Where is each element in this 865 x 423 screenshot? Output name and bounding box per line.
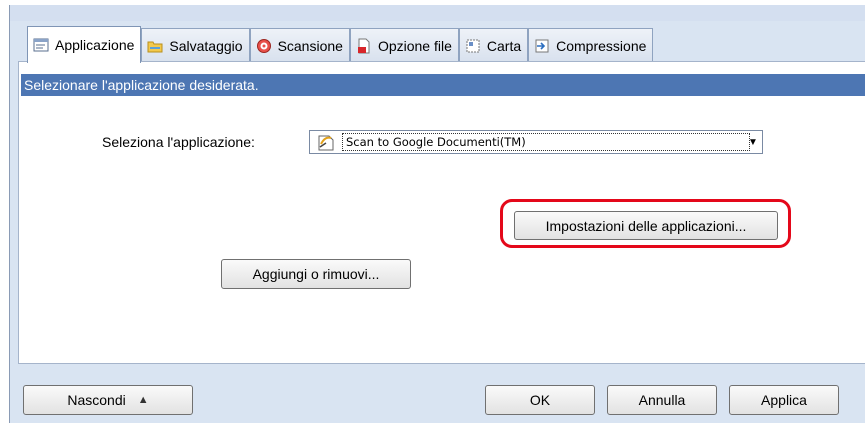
application-panel: Selezionare l'applicazione desiderata. S…: [18, 61, 865, 364]
tab-label: Carta: [486, 37, 522, 54]
ok-button[interactable]: OK: [485, 385, 595, 415]
folder-icon: [147, 38, 163, 54]
chevron-up-icon: ▲: [137, 394, 149, 406]
scan-settings-window: Applicazione Salvataggio Scansione Opzio…: [9, 5, 865, 423]
tab-compressione[interactable]: Compressione: [528, 28, 654, 62]
select-value: Scan to Google Documenti(TM): [342, 133, 750, 151]
highlight-outline: [500, 199, 791, 248]
tab-opzione-file[interactable]: Opzione file: [349, 28, 459, 62]
instruction-banner: Selezionare l'applicazione desiderata.: [21, 74, 865, 96]
hide-button[interactable]: Nascondi ▲: [23, 385, 193, 415]
file-option-icon: [356, 38, 372, 54]
tab-label: Compressione: [556, 37, 647, 54]
tab-carta[interactable]: Carta: [458, 28, 529, 62]
tab-applicazione[interactable]: Applicazione: [27, 26, 142, 63]
application-icon: [33, 37, 49, 53]
tab-label: Opzione file: [377, 37, 452, 54]
application-select[interactable]: Scan to Google Documenti(TM) ▼: [309, 130, 763, 154]
window-top-strip: [10, 5, 865, 21]
paper-icon: [465, 38, 481, 54]
google-docs-scan-icon: [316, 132, 336, 152]
tab-salvataggio[interactable]: Salvataggio: [141, 28, 250, 62]
hide-button-label: Nascondi: [67, 392, 126, 408]
tab-label: Salvataggio: [169, 37, 243, 54]
tab-bar: Applicazione Salvataggio Scansione Opzio…: [27, 26, 654, 63]
select-application-label: Seleziona l'applicazione:: [102, 134, 255, 150]
tab-scansione[interactable]: Scansione: [249, 28, 350, 62]
add-remove-button[interactable]: Aggiungi o rimuovi...: [221, 259, 411, 289]
scan-icon: [256, 38, 272, 54]
cancel-button[interactable]: Annulla: [607, 385, 717, 415]
chevron-down-icon[interactable]: ▼: [744, 131, 762, 153]
apply-button[interactable]: Applica: [729, 385, 839, 415]
tab-label: Scansione: [277, 37, 343, 54]
compression-icon: [534, 38, 550, 54]
footer-bar: Nascondi ▲ OK Annulla Applica: [10, 364, 865, 423]
tab-label: Applicazione: [55, 37, 135, 53]
